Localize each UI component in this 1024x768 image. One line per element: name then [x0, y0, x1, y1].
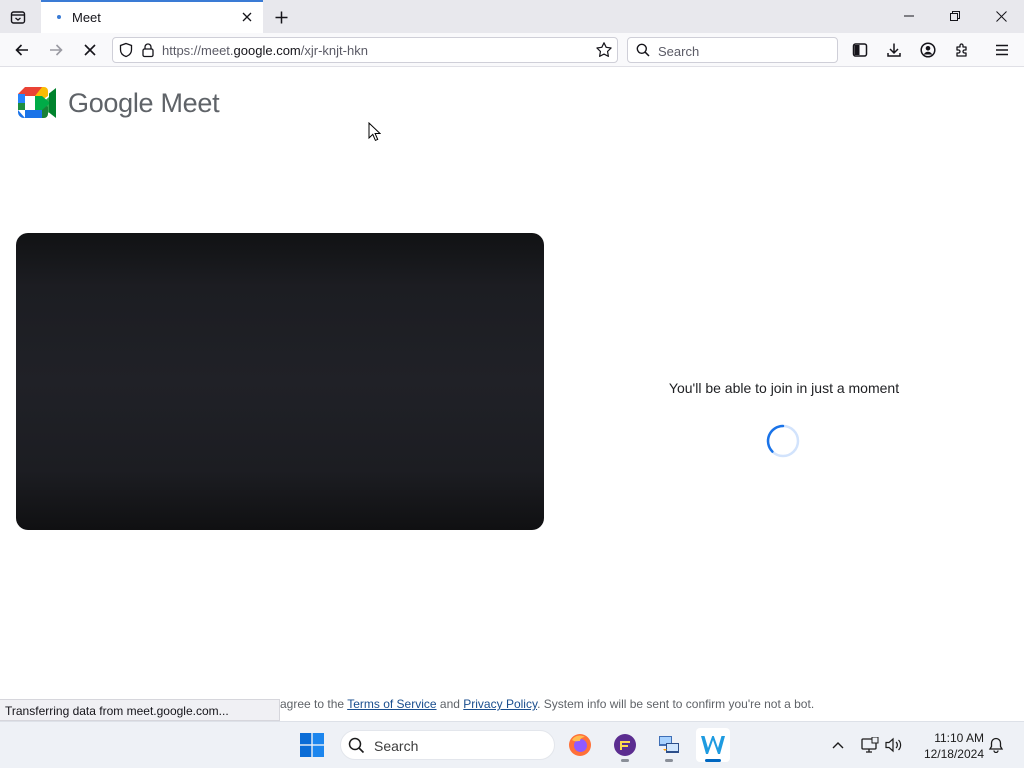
minimize-button[interactable]: [892, 4, 926, 28]
tab-meet[interactable]: Meet: [41, 0, 263, 33]
privacy-policy-link[interactable]: Privacy Policy: [463, 697, 537, 711]
network-status[interactable]: [860, 735, 880, 755]
browser-tab-strip: Meet: [0, 0, 1024, 33]
download-icon: [887, 43, 901, 57]
firefox-icon: [569, 734, 591, 756]
browser-status-bar: Transferring data from meet.google.com..…: [0, 699, 280, 721]
lock-icon[interactable]: [140, 42, 156, 58]
close-icon: [995, 10, 1007, 22]
search-bar[interactable]: Search: [627, 37, 838, 63]
url-domain: google.com: [233, 43, 301, 58]
address-bar[interactable]: https://meet.google.com/xjr-knjt-hkn: [112, 37, 618, 63]
forward-button[interactable]: [43, 37, 69, 63]
google-meet-logo-icon: [18, 87, 56, 118]
active-indicator: [705, 759, 721, 762]
stop-icon: [84, 44, 96, 56]
running-indicator: [621, 759, 629, 762]
legal-notice: agree to the Terms of Service and Privac…: [280, 697, 840, 713]
windows-start-icon[interactable]: [300, 733, 324, 757]
stop-loading-button[interactable]: [77, 37, 103, 63]
bell-icon: [988, 737, 1004, 753]
url-prefix: https://meet.: [162, 43, 234, 58]
url-path: /xjr-knjt-hkn: [300, 43, 368, 58]
taskbar-app-firefox[interactable]: [563, 728, 597, 762]
new-tab-button[interactable]: [270, 6, 292, 28]
network-icon: [861, 737, 879, 753]
word-app-icon: [701, 736, 725, 754]
tab-loading-dot-icon: [57, 15, 61, 19]
bookmark-star-icon[interactable]: [595, 41, 613, 59]
clock-date: 12/18/2024: [923, 747, 984, 761]
file-transfer-icon: [659, 736, 679, 753]
arrow-left-icon: [15, 44, 28, 56]
tracking-protection-shield-icon[interactable]: [118, 42, 134, 58]
loading-spinner-icon: [766, 424, 800, 458]
windows-taskbar: Search 11:10 AM 12/18/2024: [0, 721, 1024, 768]
account-icon: [920, 42, 936, 58]
taskbar-app-pinned[interactable]: [608, 728, 642, 762]
tab-list-button[interactable]: [6, 5, 30, 29]
tab-title: Meet: [72, 10, 101, 25]
taskbar-app-file-transfer[interactable]: [652, 728, 686, 762]
pinned-app-icon: [614, 734, 636, 756]
google-meet-logo-text: Google Meet: [68, 88, 220, 118]
plus-icon: [275, 11, 287, 23]
clock-time: 11:10 AM: [934, 731, 984, 745]
browser-toolbar: https://meet.google.com/xjr-knjt-hkn Sea…: [0, 33, 1024, 67]
tab-close-button[interactable]: [239, 9, 255, 25]
legal-prefix: agree to the: [280, 697, 345, 711]
taskbar-search-box[interactable]: Search: [340, 730, 555, 760]
restore-button[interactable]: [938, 4, 972, 28]
volume-control[interactable]: [884, 735, 904, 755]
account-button[interactable]: [915, 37, 941, 63]
legal-and: and: [439, 697, 460, 711]
app-menu-button[interactable]: [989, 37, 1015, 63]
search-icon: [636, 43, 650, 57]
back-button[interactable]: [9, 37, 35, 63]
camera-preview: [16, 233, 544, 530]
legal-suffix: . System info will be sent to confirm yo…: [537, 697, 815, 711]
restore-icon: [950, 11, 960, 21]
notifications-button[interactable]: [986, 735, 1006, 755]
arrow-right-icon: [50, 44, 63, 56]
running-indicator: [665, 759, 673, 762]
taskbar-app-word[interactable]: [696, 728, 730, 762]
minimize-icon: [904, 15, 914, 17]
tab-list-icon: [10, 11, 26, 24]
close-window-button[interactable]: [984, 4, 1018, 28]
search-icon: [348, 737, 365, 754]
terms-of-service-link[interactable]: Terms of Service: [347, 697, 436, 711]
mouse-cursor-icon: [368, 122, 381, 142]
sidebar-button[interactable]: [847, 37, 873, 63]
url-text[interactable]: https://meet.google.com/xjr-knjt-hkn: [162, 43, 368, 58]
close-icon: [242, 12, 252, 22]
puzzle-piece-icon: [956, 43, 967, 57]
join-status-message: You'll be able to join in just a moment: [668, 380, 900, 396]
speaker-icon: [885, 737, 902, 753]
search-placeholder: Search: [658, 44, 700, 59]
taskbar-search-placeholder: Search: [374, 738, 419, 754]
hamburger-menu-icon: [996, 44, 1008, 56]
downloads-button[interactable]: [881, 37, 907, 63]
taskbar-clock[interactable]: 11:10 AM 12/18/2024: [914, 730, 984, 762]
extensions-button[interactable]: [949, 37, 975, 63]
chevron-up-icon: [832, 742, 844, 749]
sidebar-icon: [852, 43, 868, 57]
show-hidden-icons-button[interactable]: [828, 735, 848, 755]
